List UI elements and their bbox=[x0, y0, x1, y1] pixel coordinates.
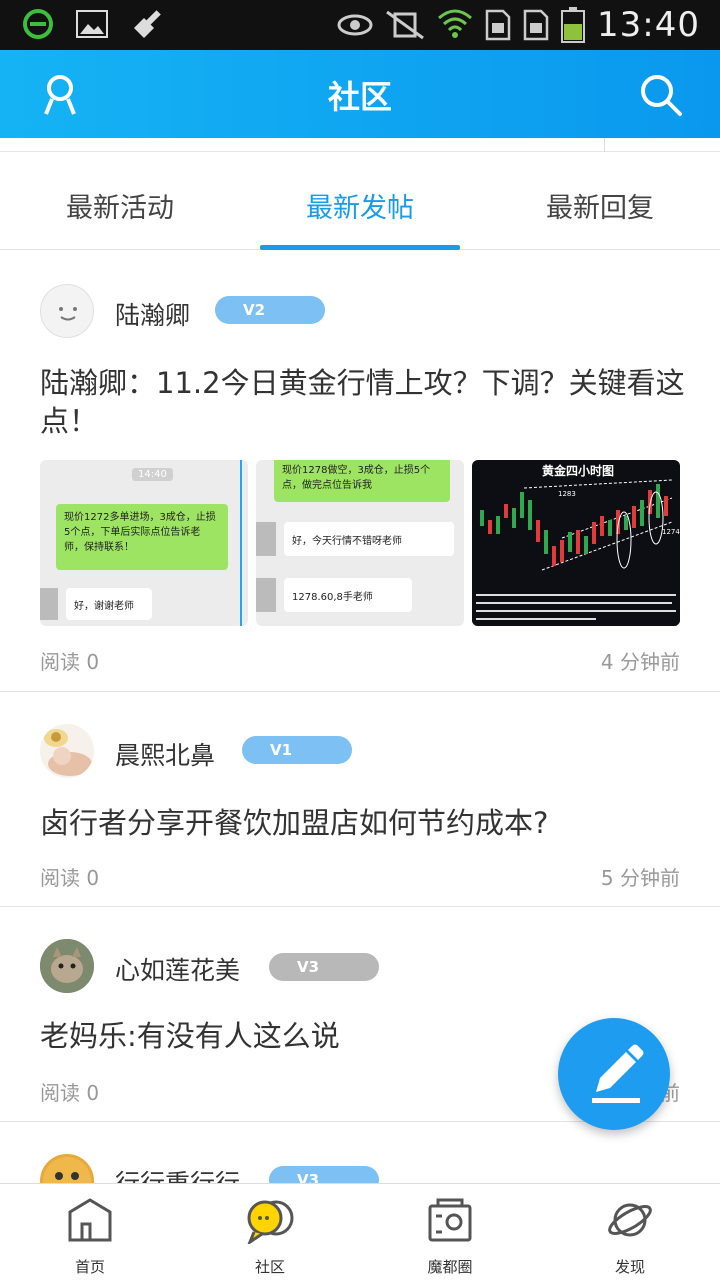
nav-label: 魔都圈 bbox=[427, 1258, 473, 1276]
banner-edge bbox=[0, 138, 720, 152]
avatar[interactable] bbox=[40, 724, 94, 778]
username[interactable]: 陆瀚卿 bbox=[115, 296, 190, 332]
chat-bubble-green: 现价1278做空，3成仓，止损5个点，做完点位告诉我 bbox=[274, 460, 450, 502]
bottom-navigation: 首页 社区 魔都圈 发现 bbox=[0, 1183, 720, 1280]
username[interactable]: 行行重行行 bbox=[115, 1164, 240, 1183]
read-count: 阅读 0 bbox=[40, 866, 100, 890]
post-image[interactable]: 黄金四小时图 1283 1274 bbox=[472, 460, 680, 626]
browser-e-icon bbox=[23, 9, 53, 39]
clean-brush-icon bbox=[134, 10, 161, 38]
nav-label: 发现 bbox=[614, 1258, 645, 1276]
read-count: 阅读 0 bbox=[40, 1081, 100, 1105]
tab-latest-replies[interactable]: 最新回复 bbox=[480, 152, 720, 249]
tab-latest-posts[interactable]: 最新发帖 bbox=[240, 152, 480, 250]
image-gallery: 14:40 现价1272多单进场，3成仓，止损5个点，下单后实际点位告诉老师，保… bbox=[40, 460, 680, 626]
image-icon bbox=[76, 10, 108, 38]
post-title[interactable]: 卤行者分享开餐饮加盟店如何节约成本? bbox=[40, 804, 690, 842]
nav-label: 首页 bbox=[74, 1258, 105, 1276]
pencil-edit-icon bbox=[592, 1044, 644, 1103]
chat-bubble-green: 现价1272多单进场，3成仓，止损5个点，下单后实际点位告诉老师，保持联系！ bbox=[56, 504, 228, 570]
new-post-button[interactable] bbox=[558, 1018, 670, 1130]
battery-icon bbox=[561, 7, 586, 43]
nav-label: 社区 bbox=[254, 1258, 285, 1276]
level-badge: V3 bbox=[269, 1166, 379, 1183]
wifi-icon bbox=[438, 9, 473, 38]
username[interactable]: 晨熙北鼻 bbox=[115, 736, 215, 772]
post-image[interactable]: 14:40 现价1272多单进场，3成仓，止损5个点，下单后实际点位告诉老师，保… bbox=[40, 460, 248, 626]
sim-card-2-icon bbox=[523, 9, 549, 41]
chat-timestamp: 14:40 bbox=[132, 468, 173, 481]
eye-icon bbox=[337, 14, 373, 36]
tab-bar: 最新活动 最新发帖 最新回复 bbox=[0, 152, 720, 250]
sim-card-icon bbox=[485, 9, 511, 41]
read-count: 阅读 0 bbox=[40, 650, 100, 674]
nav-community[interactable]: 社区 bbox=[180, 1184, 360, 1280]
nav-home[interactable]: 首页 bbox=[0, 1184, 180, 1280]
post-item[interactable]: 陆瀚卿 V2 陆瀚卿：11.2今日黄金行情上攻？下调？关键看这点！ 14:40 … bbox=[0, 250, 720, 692]
community-chat-icon bbox=[247, 1200, 294, 1244]
level-badge: V2 bbox=[215, 296, 325, 324]
avatar[interactable] bbox=[40, 939, 94, 993]
chat-bubble-white: 好，谢谢老师 bbox=[66, 588, 152, 620]
post-item[interactable]: 行行重行行 V3 bbox=[0, 1122, 720, 1183]
search-icon[interactable] bbox=[638, 72, 684, 118]
planet-discover-icon bbox=[608, 1203, 652, 1237]
username[interactable]: 心如莲花美 bbox=[115, 951, 240, 987]
chat-bubble-white: 1278.60,8手老师 bbox=[284, 578, 412, 612]
avatar[interactable] bbox=[40, 284, 94, 338]
clock: 13:40 bbox=[597, 5, 700, 45]
nav-mudu-circle[interactable]: 魔都圈 bbox=[360, 1184, 540, 1280]
tab-latest-activity[interactable]: 最新活动 bbox=[0, 152, 240, 249]
level-badge: V3 bbox=[269, 953, 379, 981]
chat-bubble-white: 好，今天行情不错呀老师 bbox=[284, 522, 454, 556]
app-header: 社区 bbox=[0, 50, 720, 138]
candlestick-image bbox=[472, 479, 680, 626]
post-time: 5 分钟前 bbox=[600, 866, 680, 890]
home-icon bbox=[68, 1198, 112, 1242]
page-title: 社区 bbox=[327, 78, 392, 116]
post-item[interactable]: 晨熙北鼻 V1 卤行者分享开餐饮加盟店如何节约成本? 阅读 0 5 分钟前 bbox=[0, 692, 720, 907]
level-badge: V1 bbox=[242, 736, 352, 764]
status-bar: 13:40 bbox=[0, 0, 720, 50]
post-image[interactable]: 现价1278做空，3成仓，止损5个点，做完点位告诉我 好，今天行情不错呀老师 1… bbox=[256, 460, 464, 626]
mudu-circle-icon bbox=[428, 1198, 472, 1242]
avatar[interactable] bbox=[40, 1154, 94, 1183]
post-time: 4 分钟前 bbox=[600, 650, 680, 674]
nav-discover[interactable]: 发现 bbox=[540, 1184, 720, 1280]
post-title[interactable]: 陆瀚卿：11.2今日黄金行情上攻？下调？关键看这点！ bbox=[40, 364, 690, 440]
mute-vibrate-icon bbox=[386, 10, 424, 40]
